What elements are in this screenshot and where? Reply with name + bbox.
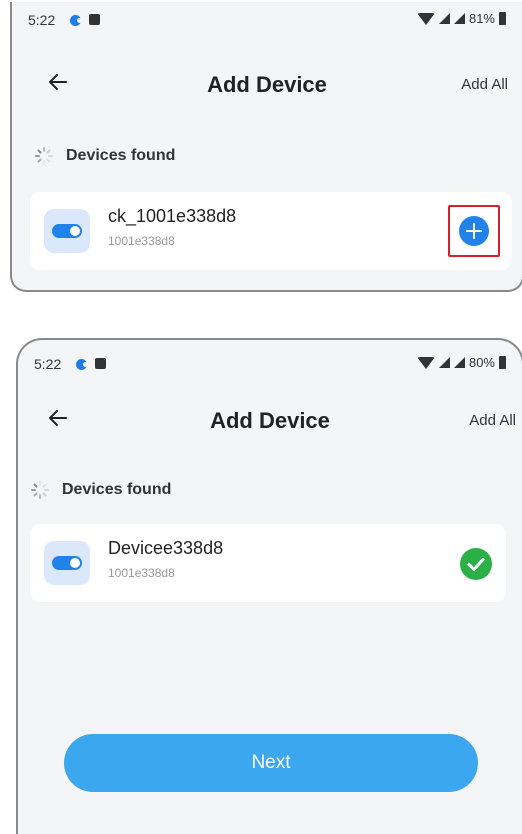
toggle-switch-icon bbox=[44, 541, 90, 585]
device-name: ck_1001e338d8 bbox=[108, 206, 237, 226]
section-title: Devices found bbox=[62, 481, 172, 498]
status-time: 5:22 bbox=[28, 12, 56, 28]
spinner-icon bbox=[31, 481, 49, 499]
status-bar: 5:22 80% bbox=[18, 346, 522, 380]
spinner-icon bbox=[35, 147, 53, 165]
status-right: 81% bbox=[416, 11, 506, 26]
devices-found-header: Devices found bbox=[30, 480, 171, 500]
battery-percent: 81% bbox=[468, 11, 495, 26]
device-card[interactable]: Devicee338d8 1001e338d8 bbox=[30, 524, 506, 602]
device-id: 1001e338d8 bbox=[108, 234, 175, 248]
wifi-icon bbox=[416, 12, 435, 25]
check-icon bbox=[460, 548, 492, 580]
plus-icon bbox=[459, 216, 489, 246]
signal-icon bbox=[453, 357, 465, 368]
battery-percent: 80% bbox=[468, 355, 495, 370]
gallery-notification-icon bbox=[95, 358, 106, 369]
status-right: 80% bbox=[416, 355, 506, 370]
status-bar: 5:22 81% bbox=[12, 2, 522, 36]
device-card[interactable]: ck_1001e338d8 1001e338d8 bbox=[30, 192, 512, 270]
toggle-switch-icon bbox=[44, 209, 90, 253]
app-header: Add Device Add All bbox=[18, 400, 522, 444]
section-title: Devices found bbox=[66, 147, 176, 164]
signal-icon bbox=[438, 357, 450, 368]
add-all-button[interactable]: Add All bbox=[461, 76, 508, 93]
page-title: Add Device bbox=[207, 72, 327, 97]
app-notification-icon bbox=[70, 15, 82, 26]
signal-icon bbox=[453, 13, 465, 24]
device-id: 1001e338d8 bbox=[108, 566, 175, 580]
signal-icon bbox=[438, 13, 450, 24]
add-device-button[interactable] bbox=[448, 205, 500, 257]
status-time: 5:22 bbox=[34, 356, 62, 372]
battery-icon bbox=[499, 12, 506, 25]
screen-2: 5:22 80% Add Device Add All Devices foun… bbox=[16, 338, 522, 834]
gallery-notification-icon bbox=[89, 14, 100, 25]
battery-icon bbox=[499, 356, 506, 369]
app-header: Add Device Add All bbox=[12, 64, 522, 108]
devices-found-header: Devices found bbox=[34, 146, 175, 166]
wifi-icon bbox=[416, 356, 435, 369]
app-notification-icon bbox=[76, 359, 88, 370]
next-button[interactable]: Next bbox=[64, 734, 478, 792]
page-title: Add Device bbox=[210, 408, 330, 433]
device-name: Devicee338d8 bbox=[108, 538, 224, 558]
screen-1: 5:22 81% Add Device Add All Devices foun… bbox=[10, 2, 522, 292]
add-all-button[interactable]: Add All bbox=[469, 412, 516, 429]
